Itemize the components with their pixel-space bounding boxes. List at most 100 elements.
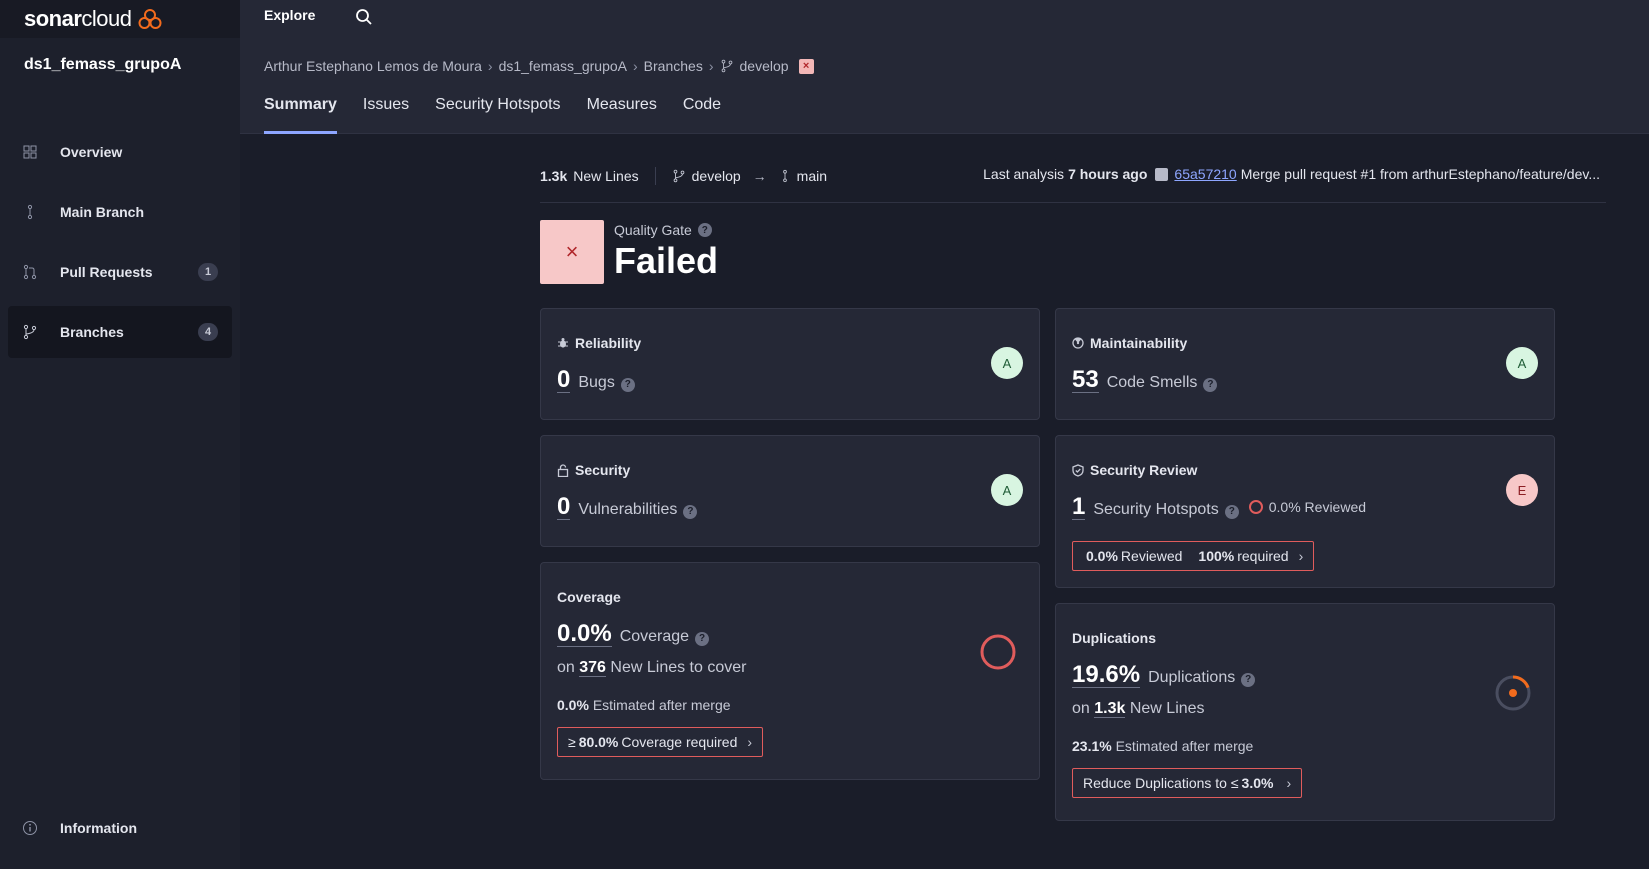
security-card: Security 0 Vulnerabilities ? A [540,435,1040,547]
duplications-requirement-button[interactable]: Reduce Duplications to ≤ 3.0% › [1072,768,1303,798]
help-icon[interactable]: ? [695,631,710,646]
breadcrumb-branch[interactable]: develop [740,58,789,74]
help-icon[interactable]: ? [683,504,698,519]
sidebar-item-label: Branches [60,324,124,340]
vulnerabilities-value[interactable]: 0 [557,494,571,521]
target-branch: main [779,168,827,184]
tab-code[interactable]: Code [683,96,721,134]
duplications-donut[interactable] [1494,674,1532,712]
card-title: Reliability [557,335,641,351]
chevron-right-icon: › [747,734,753,750]
bugs-label: Bugs [578,374,615,391]
new-lines-value[interactable]: 1.3k [1094,700,1126,718]
commit-icon [1155,167,1169,181]
security-hotspots-value[interactable]: 1 [1072,494,1086,521]
divider [540,202,1606,203]
help-icon[interactable]: ? [697,223,712,237]
lock-icon [557,463,569,477]
code-smells-metric: 53 Code Smells ? [1072,367,1218,394]
vulnerabilities-label: Vulnerabilities [578,501,678,518]
tab-measures[interactable]: Measures [587,96,657,134]
coverage-donut[interactable] [979,633,1017,671]
branch-icon [720,59,734,73]
count-badge: 1 [198,263,218,281]
project-header: Arthur Estephano Lemos de Moura › ds1_fe… [240,38,1649,134]
sidebar-item-label: Overview [60,144,123,160]
sidebar-item-pull-requests[interactable]: Pull Requests 1 [8,246,232,298]
sidebar-item-label: Pull Requests [60,264,153,280]
project-tabs: Summary Issues Security Hotspots Measure… [264,96,747,134]
coverage-metric: 0.0% Coverage ? [557,621,710,648]
chevron-right-icon: › [487,58,493,74]
pull-request-icon [22,264,38,280]
coverage-requirement-button[interactable]: ≥ 80.0% Coverage required › [557,727,764,757]
rating-badge[interactable]: A [991,474,1023,506]
chevron-right-icon: › [708,58,714,74]
tab-summary[interactable]: Summary [264,96,337,134]
duplications-label: Duplications [1148,669,1236,686]
rating-badge[interactable]: A [1506,347,1538,379]
arrow-right-icon: → [752,168,767,184]
new-lines: on 1.3k New Lines [1072,700,1205,718]
bugs-metric: 0 Bugs ? [557,367,635,394]
duplications-value[interactable]: 19.6% [1072,662,1141,689]
card-title: Duplications [1072,630,1157,646]
branch-icon [22,324,38,340]
coverage-value[interactable]: 0.0% [557,621,612,648]
rating-badge[interactable]: E [1506,474,1538,506]
chevron-right-icon: › [633,58,638,74]
quality-gate-failed-icon: × [540,220,604,284]
breadcrumb-owner[interactable]: Arthur Estephano Lemos de Moura [264,58,482,74]
lines-to-cover: on 376 New Lines to cover [557,659,747,677]
logo[interactable]: sonarcloud [0,0,240,38]
logo-text: sonarcloud [24,6,132,31]
vulnerabilities-metric: 0 Vulnerabilities ? [557,494,698,521]
breadcrumb: Arthur Estephano Lemos de Moura › ds1_fe… [264,58,814,74]
quality-gate-status: Failed [614,240,719,281]
card-title: Coverage [557,589,621,605]
search-icon[interactable] [355,8,373,26]
sidebar-item-branches[interactable]: Branches 4 [8,306,232,358]
tab-security-hotspots[interactable]: Security Hotspots [435,96,560,134]
sidebar-item-overview[interactable]: Overview [8,126,232,178]
branch-main-icon [782,169,787,183]
code-smells-value[interactable]: 53 [1072,367,1099,394]
explore-link[interactable]: Explore [264,7,315,23]
sidebar-item-information[interactable]: Information [8,802,232,854]
hotspots-review-requirement-button[interactable]: 0.0% Reviewed 100% required › [1072,541,1315,571]
bug-icon [557,337,569,349]
tab-issues[interactable]: Issues [363,96,409,134]
sidebar-item-main-branch[interactable]: Main Branch [8,186,232,238]
maintainability-card: Maintainability 53 Code Smells ? A [1055,308,1555,420]
reliability-card: Reliability 0 Bugs ? A [540,308,1040,420]
help-icon[interactable]: ? [620,377,635,392]
commit-hash-link[interactable]: 65a57210 [1174,166,1236,182]
security-hotspots-label: Security Hotspots [1093,501,1219,518]
breadcrumb-project[interactable]: ds1_femass_grupoA [499,58,627,74]
new-lines-label: New Lines [573,168,639,184]
coverage-card: Coverage 0.0% Coverage ? on 376 New Line… [540,562,1040,780]
new-lines-value: 1.3k [540,168,568,184]
duplications-estimate: 23.1% Estimated after merge [1072,738,1254,754]
chevron-right-icon: › [1298,548,1304,564]
lines-to-cover-value[interactable]: 376 [579,659,606,677]
help-icon[interactable]: ? [1224,504,1239,519]
security-review-card: Security Review 1 Security Hotspots ? 0.… [1055,435,1555,588]
coverage-estimate: 0.0% Estimated after merge [557,697,731,713]
card-title: Security Review [1072,462,1197,478]
breadcrumb-branches[interactable]: Branches [644,58,703,74]
quality-gate: × Quality Gate ? Failed [540,220,718,284]
coverage-label: Coverage [619,628,690,645]
top-navbar: Explore [240,0,1649,38]
branch-icon [673,169,684,183]
bugs-value[interactable]: 0 [557,367,571,394]
security-hotspots-metric: 1 Security Hotspots ? 0.0% Reviewed [1072,494,1366,521]
help-icon[interactable]: ? [1203,377,1218,392]
help-icon[interactable]: ? [1241,672,1256,687]
project-name[interactable]: ds1_femass_grupoA [24,56,181,74]
sidebar-nav: Overview Main Branch Pull Requests 1 Bra… [8,126,232,366]
quality-gate-failed-badge: × [798,58,814,74]
sidebar-item-label: Main Branch [60,204,145,220]
rating-badge[interactable]: A [991,347,1023,379]
info-icon [22,820,38,836]
